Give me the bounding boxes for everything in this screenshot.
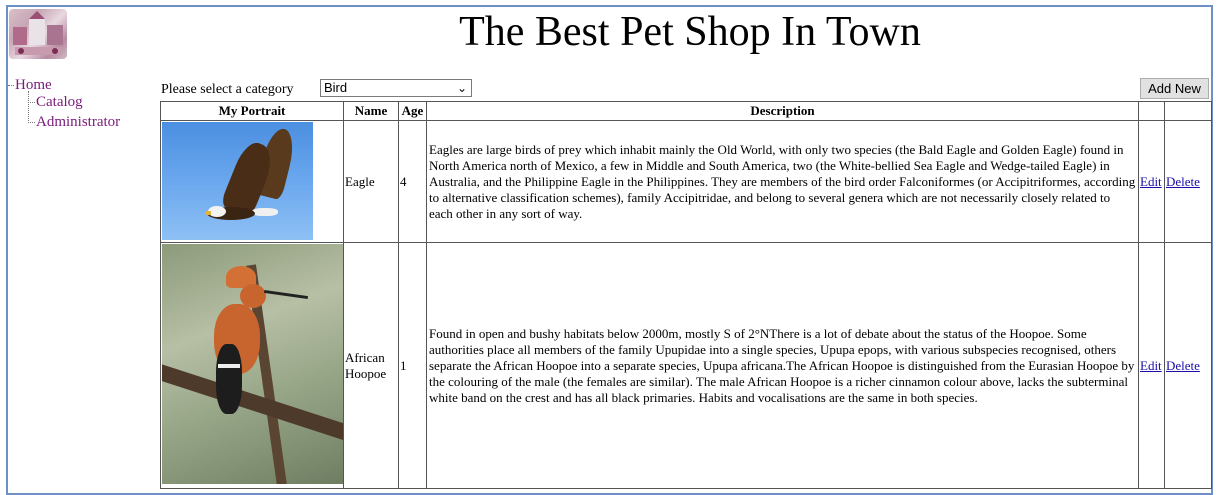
column-header-portrait: My Portrait [160,101,344,121]
pets-table: My Portrait Name Age Description Eagle 4… [160,101,1212,489]
nav-item-home[interactable]: Home [8,77,52,93]
tree-connector [28,122,35,124]
nav-link-home[interactable]: Home [15,77,52,93]
pet-name: African Hoopoe [343,242,399,489]
nav-link-administrator[interactable]: Administrator [36,114,120,130]
category-select-value: Bird [324,80,348,95]
table-row: Eagle 4 Eagles are large birds of prey w… [160,120,1212,243]
column-header-delete [1164,101,1212,121]
hoopoe-portrait-image [162,244,343,484]
portrait-cell [160,120,344,243]
pet-description: Eagles are large birds of prey which inh… [426,120,1139,243]
table-row: African Hoopoe 1 Found in open and bushy… [160,242,1212,489]
pet-name: Eagle [343,120,399,243]
pet-age: 1 [398,242,427,489]
eagle-portrait-image [162,122,313,240]
add-new-button[interactable]: Add New [1140,78,1209,99]
category-select[interactable]: Bird ⌄ [320,79,472,97]
column-header-name: Name [343,101,399,121]
chevron-down-icon: ⌄ [456,81,467,95]
shop-logo [9,9,67,59]
nav-link-catalog[interactable]: Catalog [36,94,83,110]
category-label: Please select a category [161,82,294,97]
column-header-edit [1138,101,1165,121]
pet-age: 4 [398,120,427,243]
pet-description: Found in open and bushy habitats below 2… [426,242,1139,489]
nav-item-administrator[interactable]: Administrator [28,114,120,130]
delete-link[interactable]: Delete [1166,174,1200,189]
page-title: The Best Pet Shop In Town [459,9,921,55]
edit-link[interactable]: Edit [1140,174,1162,189]
delete-link[interactable]: Delete [1166,358,1200,373]
tree-connector [28,102,35,104]
column-header-description: Description [426,101,1139,121]
nav-item-catalog[interactable]: Catalog [28,94,83,110]
tree-connector [8,84,14,87]
column-header-age: Age [398,101,427,121]
edit-link[interactable]: Edit [1140,358,1162,373]
portrait-cell [160,242,344,489]
table-header-row: My Portrait Name Age Description [160,101,1212,121]
